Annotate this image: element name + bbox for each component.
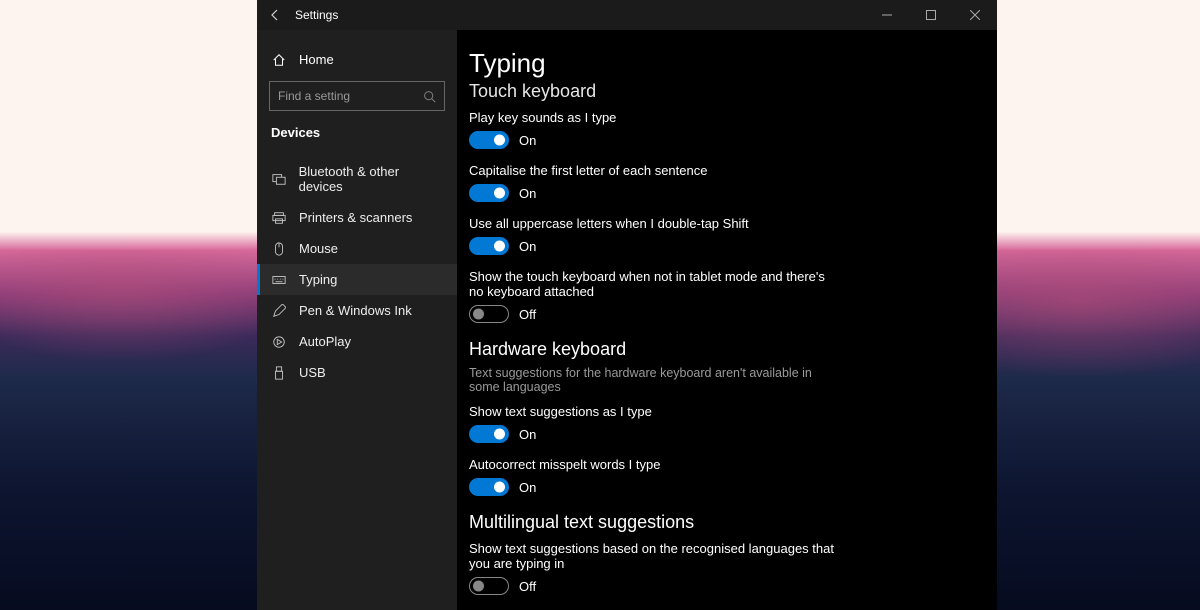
toggle-state: Off (519, 307, 536, 322)
minimize-button[interactable] (865, 0, 909, 30)
toggle-state: On (519, 480, 536, 495)
toggle-uppercase-shift[interactable] (469, 237, 509, 255)
search-input[interactable]: Find a setting (269, 81, 445, 111)
toggle-autocorrect[interactable] (469, 478, 509, 496)
setting-label: Play key sounds as I type (469, 110, 839, 125)
toggle-capitalise[interactable] (469, 184, 509, 202)
toggle-state: On (519, 186, 536, 201)
toggle-state: Off (519, 579, 536, 594)
sidebar-item-mouse[interactable]: Mouse (257, 233, 457, 264)
setting-key-sounds: Play key sounds as I type On (469, 110, 839, 149)
titlebar: Settings (257, 0, 997, 30)
setting-show-touch-keyboard: Show the touch keyboard when not in tabl… (469, 269, 839, 323)
close-button[interactable] (953, 0, 997, 30)
sidebar-item-printers[interactable]: Printers & scanners (257, 202, 457, 233)
mouse-icon (271, 242, 287, 256)
toggle-key-sounds[interactable] (469, 131, 509, 149)
printer-icon (271, 211, 287, 225)
sidebar-category: Devices (257, 125, 457, 156)
toggle-state: On (519, 239, 536, 254)
pen-icon (271, 304, 287, 318)
keyboard-icon (271, 273, 287, 287)
home-label: Home (299, 52, 334, 67)
toggle-multilingual[interactable] (469, 577, 509, 595)
sidebar-item-usb[interactable]: USB (257, 357, 457, 388)
sidebar-item-label: Typing (299, 272, 337, 287)
autoplay-icon (271, 335, 287, 349)
sidebar-item-autoplay[interactable]: AutoPlay (257, 326, 457, 357)
sidebar-item-label: Bluetooth & other devices (299, 164, 443, 194)
usb-icon (271, 366, 287, 380)
setting-multilingual: Show text suggestions based on the recog… (469, 541, 839, 595)
sidebar-item-typing[interactable]: Typing (257, 264, 457, 295)
sidebar-item-label: Mouse (299, 241, 338, 256)
back-button[interactable] (265, 9, 287, 21)
setting-label: Autocorrect misspelt words I type (469, 457, 839, 472)
sidebar-item-label: AutoPlay (299, 334, 351, 349)
maximize-button[interactable] (909, 0, 953, 30)
sidebar: Home Find a setting Devices Bluetooth & … (257, 30, 457, 610)
content-area: Typing Touch keyboard Play key sounds as… (457, 30, 997, 610)
sidebar-item-label: Pen & Windows Ink (299, 303, 412, 318)
devices-icon (271, 172, 287, 186)
setting-label: Capitalise the first letter of each sent… (469, 163, 839, 178)
section-title-multilingual: Multilingual text suggestions (469, 512, 969, 533)
sidebar-item-pen[interactable]: Pen & Windows Ink (257, 295, 457, 326)
search-placeholder: Find a setting (278, 89, 423, 103)
setting-hw-suggestions: Show text suggestions as I type On (469, 404, 839, 443)
section-subtitle-hardware: Text suggestions for the hardware keyboa… (469, 366, 839, 394)
toggle-state: On (519, 427, 536, 442)
setting-label: Show text suggestions as I type (469, 404, 839, 419)
home-icon (271, 53, 287, 67)
section-title-hardware: Hardware keyboard (469, 339, 969, 360)
setting-label: Use all uppercase letters when I double-… (469, 216, 839, 231)
setting-label: Show text suggestions based on the recog… (469, 541, 839, 571)
sidebar-item-bluetooth[interactable]: Bluetooth & other devices (257, 156, 457, 202)
toggle-show-touch-keyboard[interactable] (469, 305, 509, 323)
settings-window: Settings Home Find a setting (257, 0, 997, 610)
sidebar-item-label: USB (299, 365, 326, 380)
setting-autocorrect: Autocorrect misspelt words I type On (469, 457, 839, 496)
toggle-hw-suggestions[interactable] (469, 425, 509, 443)
sidebar-item-label: Printers & scanners (299, 210, 412, 225)
window-title: Settings (295, 8, 338, 22)
home-button[interactable]: Home (257, 48, 457, 81)
page-title: Typing (469, 48, 969, 79)
section-title-touch: Touch keyboard (469, 81, 969, 102)
setting-capitalise: Capitalise the first letter of each sent… (469, 163, 839, 202)
setting-uppercase-shift: Use all uppercase letters when I double-… (469, 216, 839, 255)
setting-label: Show the touch keyboard when not in tabl… (469, 269, 839, 299)
search-icon (423, 90, 436, 103)
toggle-state: On (519, 133, 536, 148)
